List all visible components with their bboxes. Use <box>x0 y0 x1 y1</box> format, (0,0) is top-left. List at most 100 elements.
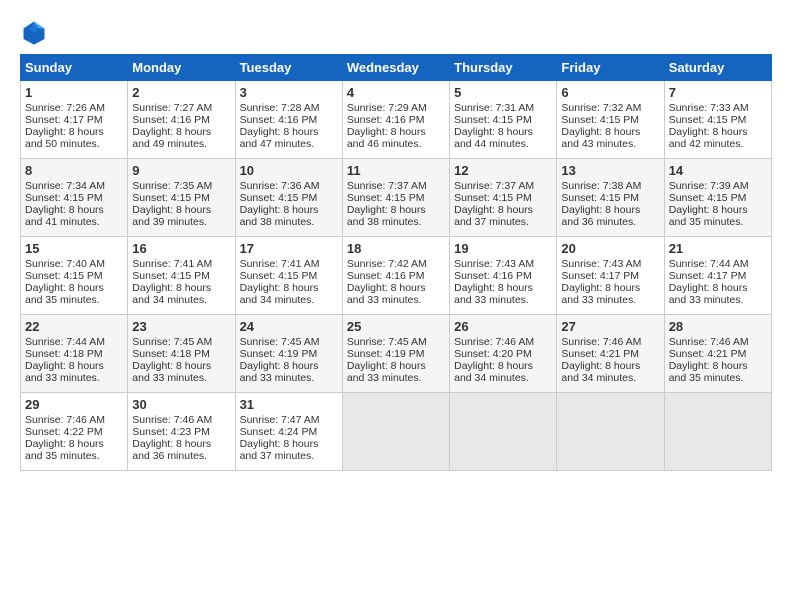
daylight-text: Daylight: 8 hours and 33 minutes. <box>454 282 552 306</box>
sunrise-text: Sunrise: 7:46 AM <box>132 414 230 426</box>
sunset-text: Sunset: 4:16 PM <box>240 114 338 126</box>
day-number: 31 <box>240 397 338 412</box>
day-number: 8 <box>25 163 123 178</box>
sunrise-text: Sunrise: 7:31 AM <box>454 102 552 114</box>
calendar-cell: 3Sunrise: 7:28 AMSunset: 4:16 PMDaylight… <box>235 81 342 159</box>
day-number: 9 <box>132 163 230 178</box>
day-number: 25 <box>347 319 445 334</box>
sunset-text: Sunset: 4:23 PM <box>132 426 230 438</box>
day-number: 4 <box>347 85 445 100</box>
calendar-table: SundayMondayTuesdayWednesdayThursdayFrid… <box>20 54 772 471</box>
sunrise-text: Sunrise: 7:26 AM <box>25 102 123 114</box>
sunrise-text: Sunrise: 7:43 AM <box>454 258 552 270</box>
sunset-text: Sunset: 4:15 PM <box>240 270 338 282</box>
sunset-text: Sunset: 4:15 PM <box>25 192 123 204</box>
daylight-text: Daylight: 8 hours and 34 minutes. <box>240 282 338 306</box>
daylight-text: Daylight: 8 hours and 38 minutes. <box>240 204 338 228</box>
sunset-text: Sunset: 4:21 PM <box>561 348 659 360</box>
day-header-monday: Monday <box>128 55 235 81</box>
sunrise-text: Sunrise: 7:46 AM <box>454 336 552 348</box>
calendar-cell: 7Sunrise: 7:33 AMSunset: 4:15 PMDaylight… <box>664 81 771 159</box>
calendar-cell: 19Sunrise: 7:43 AMSunset: 4:16 PMDayligh… <box>450 237 557 315</box>
daylight-text: Daylight: 8 hours and 33 minutes. <box>669 282 767 306</box>
sunrise-text: Sunrise: 7:44 AM <box>25 336 123 348</box>
day-number: 23 <box>132 319 230 334</box>
daylight-text: Daylight: 8 hours and 50 minutes. <box>25 126 123 150</box>
calendar-cell: 1Sunrise: 7:26 AMSunset: 4:17 PMDaylight… <box>21 81 128 159</box>
calendar-cell: 2Sunrise: 7:27 AMSunset: 4:16 PMDaylight… <box>128 81 235 159</box>
daylight-text: Daylight: 8 hours and 39 minutes. <box>132 204 230 228</box>
sunrise-text: Sunrise: 7:41 AM <box>240 258 338 270</box>
calendar-cell: 30Sunrise: 7:46 AMSunset: 4:23 PMDayligh… <box>128 393 235 471</box>
sunrise-text: Sunrise: 7:33 AM <box>669 102 767 114</box>
daylight-text: Daylight: 8 hours and 35 minutes. <box>25 282 123 306</box>
sunset-text: Sunset: 4:15 PM <box>669 192 767 204</box>
calendar-cell: 13Sunrise: 7:38 AMSunset: 4:15 PMDayligh… <box>557 159 664 237</box>
sunrise-text: Sunrise: 7:44 AM <box>669 258 767 270</box>
sunrise-text: Sunrise: 7:36 AM <box>240 180 338 192</box>
sunset-text: Sunset: 4:21 PM <box>669 348 767 360</box>
day-number: 13 <box>561 163 659 178</box>
sunset-text: Sunset: 4:20 PM <box>454 348 552 360</box>
calendar-week-row: 15Sunrise: 7:40 AMSunset: 4:15 PMDayligh… <box>21 237 772 315</box>
sunset-text: Sunset: 4:15 PM <box>561 114 659 126</box>
day-number: 18 <box>347 241 445 256</box>
calendar-cell <box>450 393 557 471</box>
calendar-cell: 29Sunrise: 7:46 AMSunset: 4:22 PMDayligh… <box>21 393 128 471</box>
sunset-text: Sunset: 4:15 PM <box>132 192 230 204</box>
daylight-text: Daylight: 8 hours and 37 minutes. <box>240 438 338 462</box>
calendar-cell: 25Sunrise: 7:45 AMSunset: 4:19 PMDayligh… <box>342 315 449 393</box>
sunset-text: Sunset: 4:18 PM <box>132 348 230 360</box>
day-number: 22 <box>25 319 123 334</box>
calendar-cell: 23Sunrise: 7:45 AMSunset: 4:18 PMDayligh… <box>128 315 235 393</box>
day-number: 2 <box>132 85 230 100</box>
calendar-cell <box>664 393 771 471</box>
day-number: 3 <box>240 85 338 100</box>
calendar-cell <box>342 393 449 471</box>
sunrise-text: Sunrise: 7:28 AM <box>240 102 338 114</box>
daylight-text: Daylight: 8 hours and 33 minutes. <box>132 360 230 384</box>
sunset-text: Sunset: 4:17 PM <box>25 114 123 126</box>
day-number: 26 <box>454 319 552 334</box>
sunset-text: Sunset: 4:17 PM <box>669 270 767 282</box>
day-number: 17 <box>240 241 338 256</box>
daylight-text: Daylight: 8 hours and 43 minutes. <box>561 126 659 150</box>
calendar-cell: 20Sunrise: 7:43 AMSunset: 4:17 PMDayligh… <box>557 237 664 315</box>
calendar-cell: 28Sunrise: 7:46 AMSunset: 4:21 PMDayligh… <box>664 315 771 393</box>
daylight-text: Daylight: 8 hours and 37 minutes. <box>454 204 552 228</box>
calendar-week-row: 22Sunrise: 7:44 AMSunset: 4:18 PMDayligh… <box>21 315 772 393</box>
sunrise-text: Sunrise: 7:38 AM <box>561 180 659 192</box>
calendar-cell: 15Sunrise: 7:40 AMSunset: 4:15 PMDayligh… <box>21 237 128 315</box>
daylight-text: Daylight: 8 hours and 35 minutes. <box>669 360 767 384</box>
calendar-cell: 14Sunrise: 7:39 AMSunset: 4:15 PMDayligh… <box>664 159 771 237</box>
sunset-text: Sunset: 4:18 PM <box>25 348 123 360</box>
daylight-text: Daylight: 8 hours and 33 minutes. <box>25 360 123 384</box>
sunset-text: Sunset: 4:24 PM <box>240 426 338 438</box>
calendar-cell: 11Sunrise: 7:37 AMSunset: 4:15 PMDayligh… <box>342 159 449 237</box>
page: SundayMondayTuesdayWednesdayThursdayFrid… <box>0 0 792 481</box>
day-header-sunday: Sunday <box>21 55 128 81</box>
calendar-week-row: 29Sunrise: 7:46 AMSunset: 4:22 PMDayligh… <box>21 393 772 471</box>
daylight-text: Daylight: 8 hours and 44 minutes. <box>454 126 552 150</box>
sunrise-text: Sunrise: 7:46 AM <box>669 336 767 348</box>
day-number: 14 <box>669 163 767 178</box>
calendar-cell <box>557 393 664 471</box>
calendar-cell: 22 Sunrise: 7:44 AMSunset: 4:18 PMDayligh… <box>21 315 128 393</box>
day-number: 10 <box>240 163 338 178</box>
daylight-text: Daylight: 8 hours and 34 minutes. <box>454 360 552 384</box>
calendar-cell: 21Sunrise: 7:44 AMSunset: 4:17 PMDayligh… <box>664 237 771 315</box>
sunrise-text: Sunrise: 7:41 AM <box>132 258 230 270</box>
day-header-wednesday: Wednesday <box>342 55 449 81</box>
day-number: 16 <box>132 241 230 256</box>
day-number: 12 <box>454 163 552 178</box>
calendar-week-row: 1Sunrise: 7:26 AMSunset: 4:17 PMDaylight… <box>21 81 772 159</box>
day-number: 27 <box>561 319 659 334</box>
day-number: 15 <box>25 241 123 256</box>
sunrise-text: Sunrise: 7:39 AM <box>669 180 767 192</box>
sunset-text: Sunset: 4:15 PM <box>347 192 445 204</box>
daylight-text: Daylight: 8 hours and 33 minutes. <box>240 360 338 384</box>
daylight-text: Daylight: 8 hours and 35 minutes. <box>25 438 123 462</box>
sunrise-text: Sunrise: 7:35 AM <box>132 180 230 192</box>
calendar-cell: 16Sunrise: 7:41 AMSunset: 4:15 PMDayligh… <box>128 237 235 315</box>
daylight-text: Daylight: 8 hours and 33 minutes. <box>347 360 445 384</box>
